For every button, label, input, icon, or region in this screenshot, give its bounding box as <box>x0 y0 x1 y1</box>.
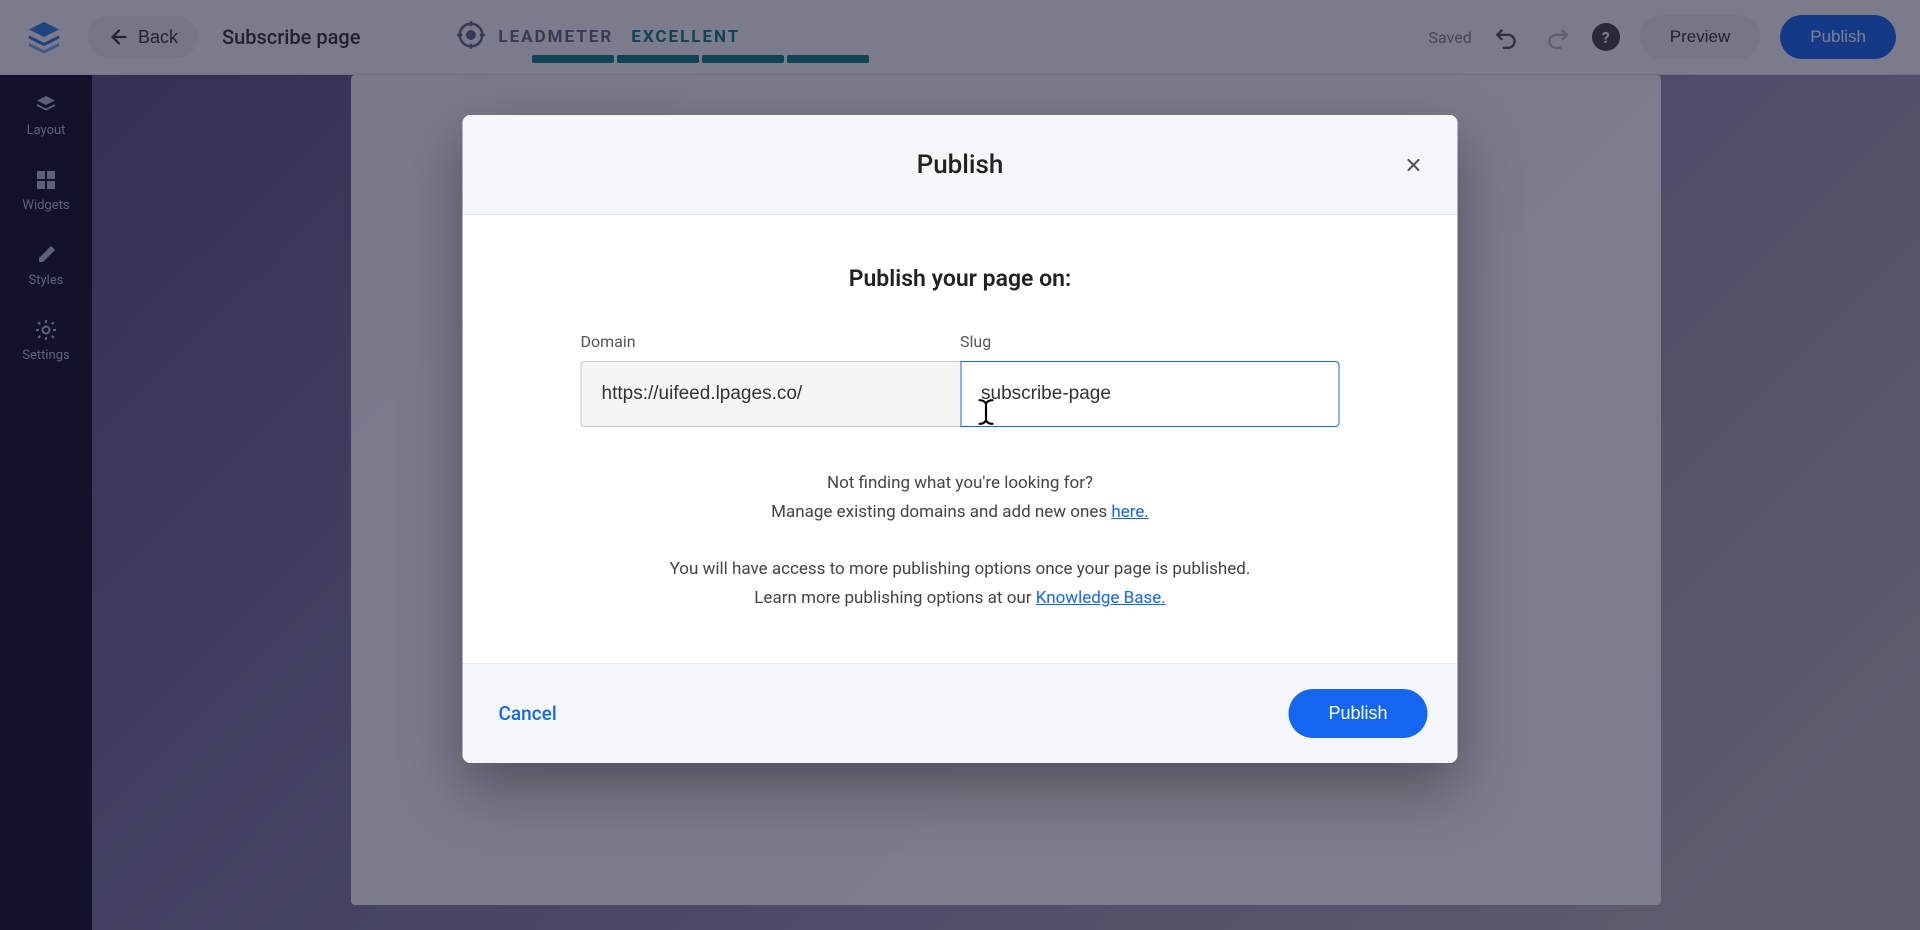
domain-label: Domain <box>581 332 961 351</box>
domain-input[interactable] <box>581 361 961 427</box>
slug-input[interactable] <box>960 361 1340 427</box>
helper-text-block-2: You will have access to more publishing … <box>581 555 1340 613</box>
modal-subtitle: Publish your page on: <box>581 265 1340 292</box>
modal-footer: Cancel Publish <box>463 663 1458 763</box>
helper-line-1: Not finding what you're looking for? <box>581 469 1340 498</box>
knowledge-base-link[interactable]: Knowledge Base. <box>1036 588 1166 608</box>
modal-publish-button[interactable]: Publish <box>1288 689 1427 738</box>
slug-label: Slug <box>960 332 1340 351</box>
modal-title: Publish <box>917 150 1004 180</box>
modal-close-button[interactable] <box>1400 151 1428 179</box>
close-icon <box>1404 155 1424 175</box>
publish-modal: Publish Publish your page on: Domain Slu… <box>463 115 1458 763</box>
slug-field: Slug <box>960 332 1340 427</box>
helper-line-2: Manage existing domains and add new ones… <box>581 498 1340 527</box>
modal-body: Publish your page on: Domain Slug Not fi… <box>463 215 1458 663</box>
cancel-button[interactable]: Cancel <box>493 692 563 735</box>
manage-domains-link[interactable]: here. <box>1111 502 1148 522</box>
modal-header: Publish <box>463 115 1458 215</box>
helper-line-4: Learn more publishing options at our Kno… <box>581 584 1340 613</box>
url-field-row: Domain Slug <box>581 332 1340 427</box>
domain-field: Domain <box>581 332 961 427</box>
helper-text-block-1: Not finding what you're looking for? Man… <box>581 469 1340 527</box>
helper-line-3: You will have access to more publishing … <box>581 555 1340 584</box>
